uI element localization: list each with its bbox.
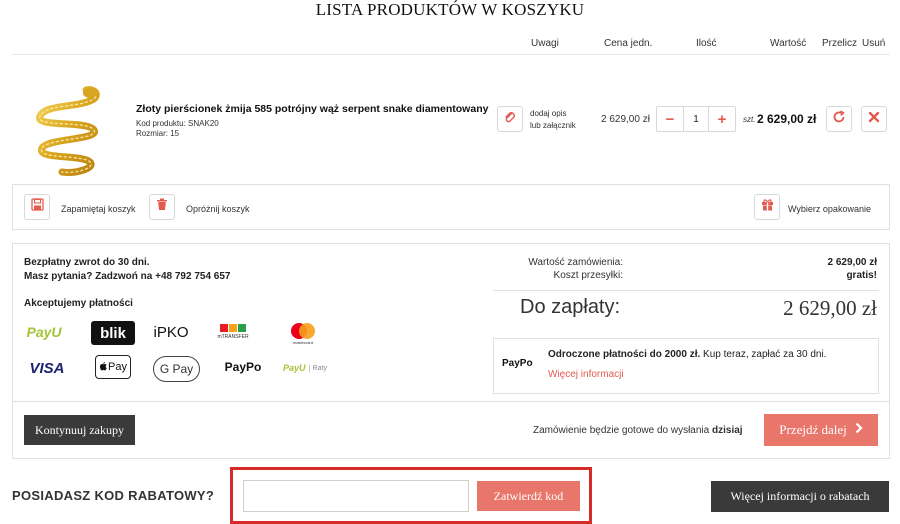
continue-shopping-button[interactable]: Kontynuuj zakupy (24, 415, 135, 445)
header-divider (12, 54, 890, 55)
apple-pay-logo: Pay (95, 355, 131, 379)
google-pay-logo: G Pay (153, 356, 200, 382)
trash-icon (156, 198, 168, 216)
blik-logo: blik (91, 321, 135, 345)
close-icon (868, 110, 880, 128)
mastercard-logo: mastercard (283, 320, 323, 346)
mbank-logo: mTRANSFER (216, 321, 250, 343)
free-return-text: Bezpłatny zwrot do 30 dni. (24, 257, 150, 268)
choose-packaging-button[interactable] (754, 194, 780, 220)
minus-icon: − (665, 110, 675, 128)
paypo-logo: PayPo (502, 358, 533, 369)
discount-info-button[interactable]: Więcej informacji o rabatach (711, 481, 889, 512)
payu-logo: PayU (26, 324, 62, 340)
shipping-ready-text: Zamówienie będzie gotowe do wysłania dzi… (533, 425, 743, 436)
page-title: LISTA PRODUKTÓW W KOSZYKU (315, 0, 585, 19)
shipping-cost: gratis! (846, 270, 877, 281)
summary-divider (493, 290, 879, 291)
column-header-remove: Usuń (862, 38, 886, 49)
product-code: Kod produktu: SNAK20 (136, 119, 219, 128)
paypo-more-info-link[interactable]: Więcej informacji (548, 369, 624, 380)
column-header-unit-price: Cena jedn. (604, 38, 653, 49)
attach-note-label[interactable]: dodaj opis lub załącznik (530, 108, 590, 132)
column-header-value: Wartość (770, 38, 807, 49)
empty-cart-button[interactable] (149, 194, 175, 220)
column-header-recalc: Przelicz (822, 38, 858, 49)
paypo-payment-logo: PayPo (224, 360, 262, 374)
quantity-decrease-button[interactable]: − (657, 107, 683, 131)
remove-item-button[interactable] (861, 106, 887, 132)
order-summary-panel: Bezpłatny zwrot do 30 dni. Masz pytania?… (12, 243, 890, 459)
cart-actions-bar: Zapamiętaj koszyk Opróżnij koszyk Wybier… (12, 184, 890, 230)
proceed-button[interactable]: Przejdź dalej (764, 414, 878, 446)
column-header-notes: Uwagi (531, 38, 559, 49)
choose-packaging-label[interactable]: Wybierz opakowanie (788, 204, 871, 214)
floppy-disk-icon (30, 198, 44, 216)
empty-cart-label[interactable]: Opróżnij koszyk (186, 204, 250, 214)
visa-logo: VISA (29, 359, 65, 377)
save-cart-button[interactable] (24, 194, 50, 220)
quantity-increase-button[interactable]: + (709, 107, 735, 131)
product-size: Rozmiar: 15 (136, 129, 180, 138)
refresh-icon (832, 109, 846, 129)
payments-heading: Akceptujemy płatności (24, 298, 133, 309)
summary-bottom-divider (13, 401, 889, 402)
gift-icon (761, 198, 774, 216)
paypo-deferred-payment-box: PayPo Odroczone płatności do 2000 zł. Ku… (493, 338, 879, 394)
plus-icon: + (717, 110, 727, 128)
to-pay-amount: 2 629,00 zł (783, 296, 877, 320)
column-header-quantity: Ilość (696, 38, 717, 49)
row-total: 2 629,00 zł (757, 112, 817, 126)
shipping-cost-label: Koszt przesyłki: (553, 270, 623, 281)
product-name[interactable]: Złoty pierścionek żmija 585 potrójny wąż… (136, 103, 496, 115)
to-pay-label: Do zapłaty: (520, 296, 621, 318)
apple-icon (99, 361, 107, 374)
chevron-right-icon (855, 422, 863, 438)
quantity-input[interactable]: 1 (683, 107, 709, 131)
payu-raty-logo: PayU Raty (283, 363, 327, 373)
phone-contact-text: Masz pytania? Zadzwoń na +48 792 754 657 (24, 271, 231, 282)
save-cart-label[interactable]: Zapamiętaj koszyk (61, 204, 136, 214)
row-total-unit: szt. (743, 115, 756, 124)
attach-note-button[interactable] (497, 106, 523, 132)
paypo-description: Odroczone płatności do 2000 zł. Kup tera… (548, 349, 827, 360)
product-image[interactable] (26, 82, 110, 176)
quantity-stepper[interactable]: − 1 + (656, 106, 736, 132)
recalculate-button[interactable] (826, 106, 852, 132)
unit-price: 2 629,00 zł (601, 114, 650, 125)
order-value: 2 629,00 zł (827, 257, 877, 268)
coupon-label: POSIADASZ KOD RABATOWY? (12, 488, 215, 503)
order-value-label: Wartość zamówienia: (528, 257, 623, 268)
apply-coupon-button[interactable]: Zatwierdź kod (477, 481, 580, 511)
coupon-code-input[interactable] (243, 480, 469, 512)
paperclip-icon (503, 110, 517, 129)
ipko-logo: iPKO (153, 323, 189, 341)
